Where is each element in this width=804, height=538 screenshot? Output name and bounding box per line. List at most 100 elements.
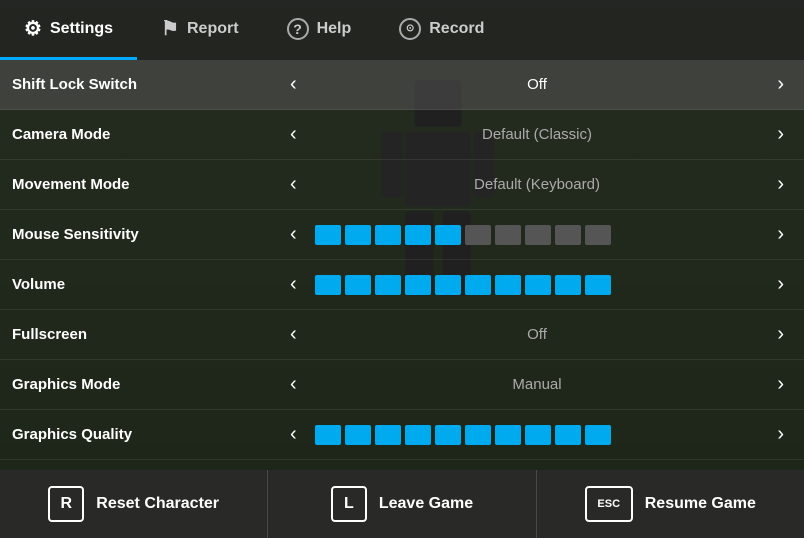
slider-block xyxy=(525,275,551,295)
tab-settings[interactable]: ⚙ Settings xyxy=(0,0,137,60)
slider-block xyxy=(585,425,611,445)
tab-help[interactable]: ? Help xyxy=(263,0,376,60)
movement-mode-value: Default (Keyboard) xyxy=(315,176,760,193)
slider-block xyxy=(315,275,341,295)
mouse-sensitivity-control: ‹ › xyxy=(282,219,792,250)
settings-icon: ⚙ xyxy=(24,16,42,41)
reset-character-label: Reset Character xyxy=(96,495,219,513)
shift-lock-value: Off xyxy=(315,76,760,93)
resume-game-label: Resume Game xyxy=(645,495,756,513)
slider-block xyxy=(465,225,491,245)
fullscreen-control: ‹ Off › xyxy=(282,319,792,350)
help-icon: ? xyxy=(287,18,309,40)
shift-lock-control: ‹ Off › xyxy=(282,69,792,100)
volume-right-arrow[interactable]: › xyxy=(769,269,792,300)
slider-block xyxy=(555,275,581,295)
leave-key-badge: L xyxy=(331,486,367,522)
graphics-mode-value: Manual xyxy=(315,376,760,393)
movement-mode-label: Movement Mode xyxy=(12,176,282,193)
report-icon: ⚑ xyxy=(161,16,179,41)
tab-report-label: Report xyxy=(187,20,239,38)
tab-help-label: Help xyxy=(317,20,352,38)
setting-fullscreen: Fullscreen ‹ Off › xyxy=(0,310,804,360)
reset-character-button[interactable]: R Reset Character xyxy=(0,470,268,538)
fullscreen-left-arrow[interactable]: ‹ xyxy=(282,319,305,350)
slider-block xyxy=(345,425,371,445)
slider-block xyxy=(525,425,551,445)
settings-panel: ⚙ Settings ⚑ Report ? Help ⊙ Record Shif… xyxy=(0,0,804,538)
graphics-mode-left-arrow[interactable]: ‹ xyxy=(282,369,305,400)
graphics-quality-slider[interactable] xyxy=(315,425,760,445)
graphics-quality-label: Graphics Quality xyxy=(12,426,282,443)
graphics-quality-right-arrow[interactable]: › xyxy=(769,419,792,450)
movement-mode-left-arrow[interactable]: ‹ xyxy=(282,169,305,200)
slider-block xyxy=(435,425,461,445)
slider-block xyxy=(405,425,431,445)
graphics-mode-control: ‹ Manual › xyxy=(282,369,792,400)
resume-key-badge: ESC xyxy=(585,486,633,522)
slider-block xyxy=(435,275,461,295)
record-icon: ⊙ xyxy=(399,18,421,40)
mouse-sensitivity-slider[interactable] xyxy=(315,225,760,245)
camera-mode-right-arrow[interactable]: › xyxy=(769,119,792,150)
fullscreen-label: Fullscreen xyxy=(12,326,282,343)
graphics-quality-left-arrow[interactable]: ‹ xyxy=(282,419,305,450)
tab-record-label: Record xyxy=(429,20,484,38)
tab-report[interactable]: ⚑ Report xyxy=(137,0,263,60)
volume-slider[interactable] xyxy=(315,275,760,295)
camera-mode-label: Camera Mode xyxy=(12,126,282,143)
reset-key-badge: R xyxy=(48,486,84,522)
slider-block xyxy=(585,275,611,295)
slider-block xyxy=(495,225,521,245)
tab-record[interactable]: ⊙ Record xyxy=(375,0,508,60)
mouse-sensitivity-left-arrow[interactable]: ‹ xyxy=(282,219,305,250)
shift-lock-left-arrow[interactable]: ‹ xyxy=(282,69,305,100)
tab-settings-label: Settings xyxy=(50,20,113,38)
top-nav: ⚙ Settings ⚑ Report ? Help ⊙ Record xyxy=(0,0,804,60)
movement-mode-right-arrow[interactable]: › xyxy=(769,169,792,200)
graphics-mode-right-arrow[interactable]: › xyxy=(769,369,792,400)
camera-mode-left-arrow[interactable]: ‹ xyxy=(282,119,305,150)
slider-block xyxy=(525,225,551,245)
setting-movement-mode: Movement Mode ‹ Default (Keyboard) › xyxy=(0,160,804,210)
shift-lock-right-arrow[interactable]: › xyxy=(769,69,792,100)
slider-block xyxy=(435,225,461,245)
mouse-sensitivity-label: Mouse Sensitivity xyxy=(12,226,282,243)
slider-block xyxy=(555,425,581,445)
volume-left-arrow[interactable]: ‹ xyxy=(282,269,305,300)
setting-graphics-mode: Graphics Mode ‹ Manual › xyxy=(0,360,804,410)
leave-game-button[interactable]: L Leave Game xyxy=(268,470,536,538)
resume-game-button[interactable]: ESC Resume Game xyxy=(537,470,804,538)
graphics-mode-label: Graphics Mode xyxy=(12,376,282,393)
slider-block xyxy=(315,425,341,445)
volume-label: Volume xyxy=(12,276,282,293)
setting-graphics-quality: Graphics Quality ‹ › xyxy=(0,410,804,460)
slider-block xyxy=(585,225,611,245)
slider-block xyxy=(495,275,521,295)
slider-block xyxy=(495,425,521,445)
graphics-quality-control: ‹ › xyxy=(282,419,792,450)
setting-camera-mode: Camera Mode ‹ Default (Classic) › xyxy=(0,110,804,160)
slider-block xyxy=(375,275,401,295)
slider-block xyxy=(315,225,341,245)
slider-block xyxy=(375,425,401,445)
setting-volume: Volume ‹ › xyxy=(0,260,804,310)
leave-game-label: Leave Game xyxy=(379,495,473,513)
movement-mode-control: ‹ Default (Keyboard) › xyxy=(282,169,792,200)
slider-block xyxy=(345,275,371,295)
mouse-sensitivity-right-arrow[interactable]: › xyxy=(769,219,792,250)
slider-block xyxy=(375,225,401,245)
slider-block xyxy=(345,225,371,245)
fullscreen-value: Off xyxy=(315,326,760,343)
shift-lock-label: Shift Lock Switch xyxy=(12,76,282,93)
settings-content: Shift Lock Switch ‹ Off › Camera Mode ‹ … xyxy=(0,60,804,470)
slider-block xyxy=(405,275,431,295)
camera-mode-value: Default (Classic) xyxy=(315,126,760,143)
setting-shift-lock: Shift Lock Switch ‹ Off › xyxy=(0,60,804,110)
slider-block xyxy=(465,275,491,295)
slider-block xyxy=(465,425,491,445)
bottom-action-bar: R Reset Character L Leave Game ESC Resum… xyxy=(0,470,804,538)
volume-control: ‹ › xyxy=(282,269,792,300)
setting-mouse-sensitivity: Mouse Sensitivity ‹ › xyxy=(0,210,804,260)
fullscreen-right-arrow[interactable]: › xyxy=(769,319,792,350)
